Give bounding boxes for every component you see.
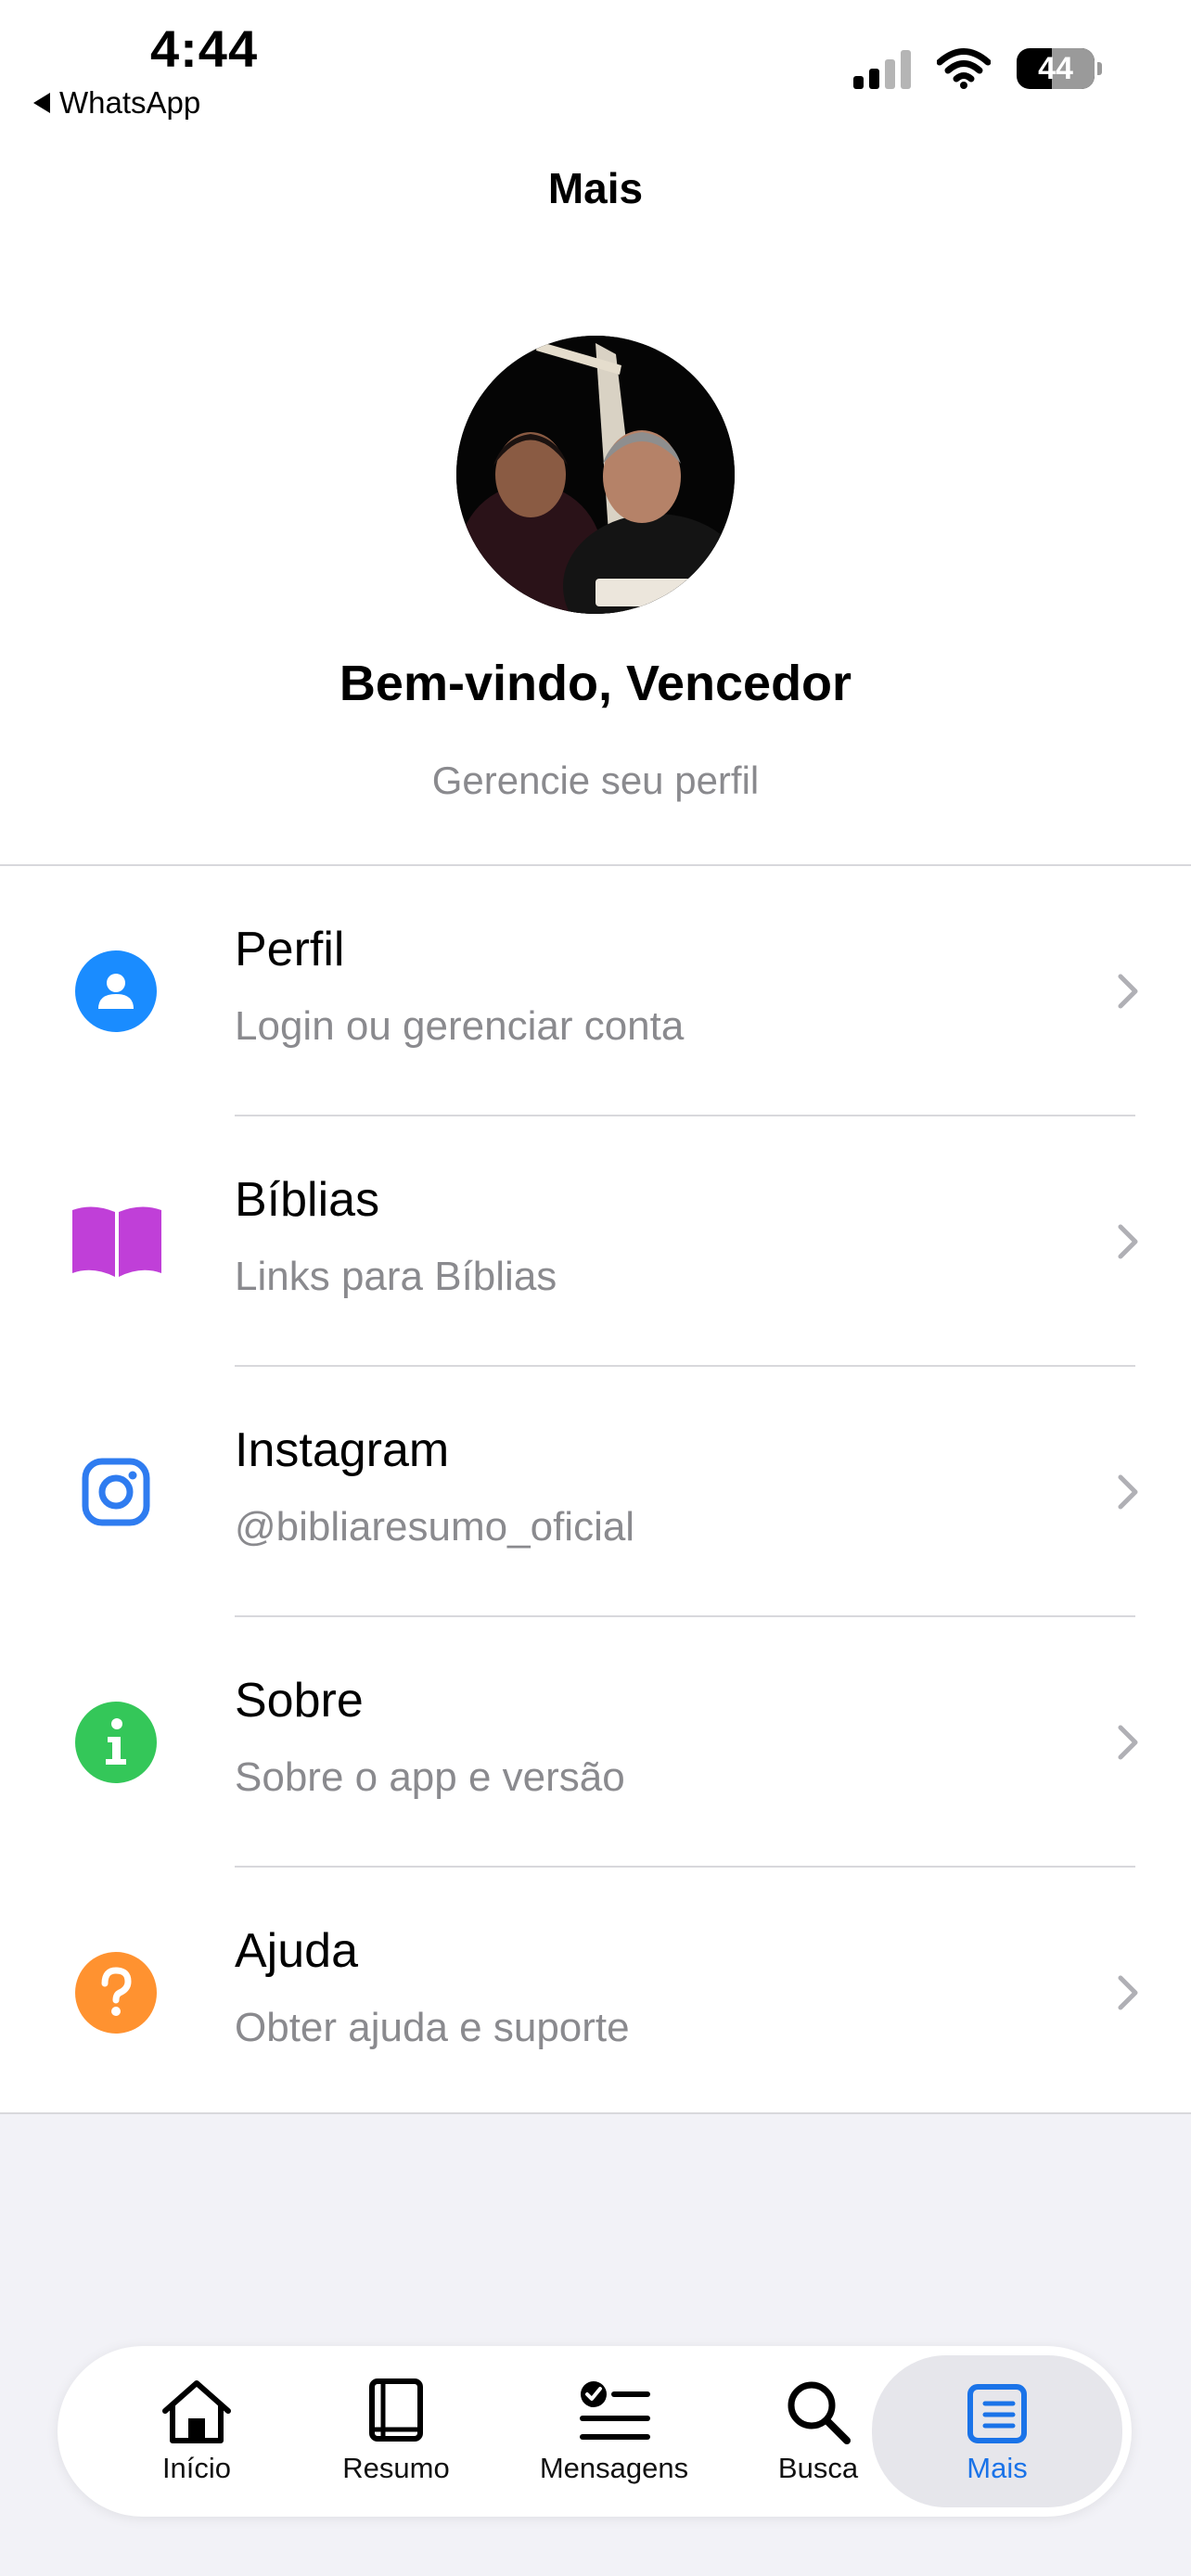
menu-item-subtitle: Links para Bíblias	[235, 1254, 557, 1299]
tab-resumo[interactable]: Resumo	[313, 2346, 480, 2517]
battery-level: 44	[1038, 51, 1073, 86]
menu-item-title: Perfil	[235, 923, 345, 976]
chevron-right-icon	[1118, 1474, 1138, 1510]
tab-inicio[interactable]: Início	[113, 2346, 280, 2517]
back-to-app-link[interactable]: WhatsApp	[33, 85, 200, 121]
tab-label: Início	[161, 2452, 232, 2484]
back-arrow-icon	[33, 93, 50, 113]
search-icon	[788, 2381, 851, 2444]
avatar[interactable]	[456, 336, 735, 614]
house-icon	[162, 2380, 231, 2443]
tab-label: Resumo	[342, 2452, 450, 2484]
tab-label: Mais	[967, 2452, 1028, 2484]
tab-mensagens[interactable]: Mensagens	[503, 2346, 725, 2517]
status-time: 4:44	[150, 19, 259, 78]
instagram-icon	[82, 1458, 150, 1526]
menu-list: Perfil Login ou gerenciar conta Bíblias …	[0, 866, 1191, 2118]
tab-bar: Início Resumo Mensagens Busca Mais	[58, 2346, 1132, 2517]
manage-profile-link[interactable]: Gerencie seu perfil	[0, 759, 1191, 803]
menu-item-ajuda[interactable]: Ajuda Obter ajuda e suporte	[0, 1868, 1191, 2118]
tab-label: Mensagens	[539, 2452, 689, 2484]
menu-item-title: Instagram	[235, 1423, 450, 1477]
checklist-icon	[580, 2381, 650, 2440]
help-icon	[75, 1952, 157, 2034]
wifi-icon	[937, 48, 991, 89]
menu-item-perfil[interactable]: Perfil Login ou gerenciar conta	[0, 866, 1191, 1116]
person-icon	[75, 950, 157, 1032]
book-icon	[72, 1206, 161, 1277]
battery-icon: 44	[1017, 48, 1102, 89]
menu-item-subtitle: Login ou gerenciar conta	[235, 1003, 685, 1049]
menu-item-title: Sobre	[235, 1674, 364, 1728]
chevron-right-icon	[1118, 1725, 1138, 1760]
menu-item-subtitle: Sobre o app e versão	[235, 1754, 625, 1800]
menu-item-subtitle: @bibliaresumo_oficial	[235, 1504, 635, 1549]
tab-mais[interactable]: Mais	[872, 2355, 1122, 2507]
chevron-right-icon	[1118, 1224, 1138, 1259]
welcome-heading: Bem-vindo, Vencedor	[339, 656, 852, 711]
chevron-right-icon	[1118, 1975, 1138, 2010]
menu-item-instagram[interactable]: Instagram @bibliaresumo_oficial	[0, 1367, 1191, 1617]
cellular-signal-icon	[853, 48, 911, 89]
book-icon	[369, 2378, 423, 2442]
menu-item-sobre[interactable]: Sobre Sobre o app e versão	[0, 1617, 1191, 1868]
menu-item-title: Bíblias	[235, 1173, 380, 1227]
status-indicators: 44	[853, 48, 1102, 89]
menu-item-title: Ajuda	[235, 1924, 358, 1978]
info-icon	[75, 1702, 157, 1783]
menu-item-biblias[interactable]: Bíblias Links para Bíblias	[0, 1116, 1191, 1367]
page-title: Mais	[547, 164, 644, 212]
menu-item-subtitle: Obter ajuda e suporte	[235, 2005, 630, 2050]
tab-label: Busca	[777, 2452, 859, 2484]
back-app-label: WhatsApp	[59, 85, 201, 120]
list-icon	[967, 2384, 1027, 2443]
menu-bottom-divider	[0, 2112, 1191, 2114]
profile-photo-icon	[456, 336, 735, 614]
chevron-right-icon	[1118, 974, 1138, 1009]
